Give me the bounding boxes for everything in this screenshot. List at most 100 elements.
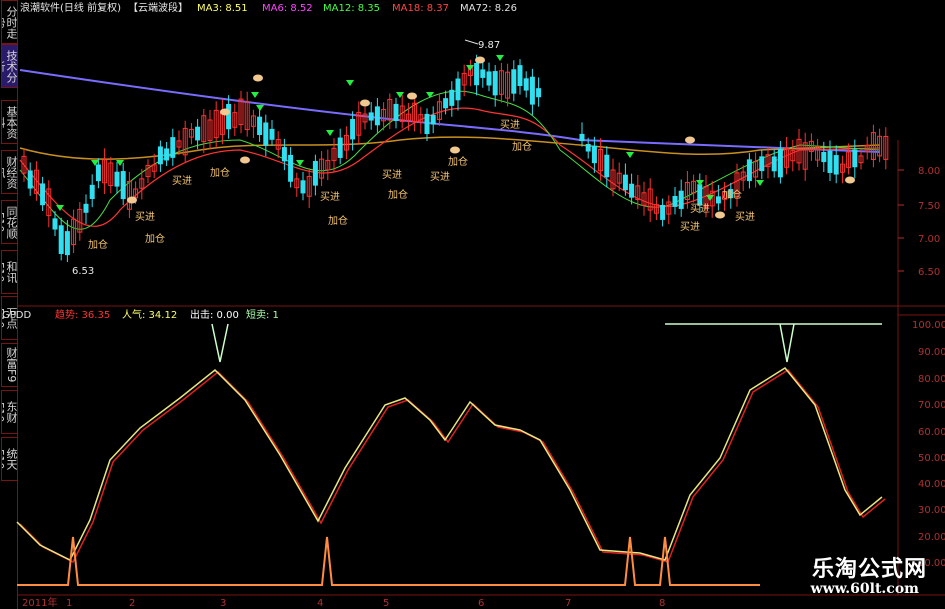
indicator-tick: 30.00 (918, 505, 945, 516)
candle-body (833, 155, 839, 175)
candle-body (64, 231, 70, 256)
candle-body (393, 103, 399, 122)
candle-body (95, 164, 101, 182)
candle-body (585, 144, 591, 152)
price-axis: 8.00 7.50 7.00 6.50 (898, 166, 940, 278)
candle-body (771, 156, 777, 172)
time-tick: 3 (220, 598, 226, 609)
signal-label: 买进 (172, 175, 192, 187)
time-tick: 2011年 (22, 596, 57, 609)
signal-label: 加仓 (722, 188, 742, 201)
add-position-marker (240, 156, 250, 164)
sell-marker (626, 152, 634, 158)
signal-label: 买进 (680, 221, 700, 233)
candle-body (58, 225, 64, 254)
ma18-line (19, 136, 881, 160)
candle-body (759, 156, 765, 172)
candle-body (697, 184, 703, 206)
candle-body (455, 78, 461, 101)
candle-body (281, 147, 287, 162)
signal-label: 加仓 (328, 214, 348, 227)
price-tick: 8.00 (918, 166, 940, 177)
candle-body (492, 71, 498, 96)
indicator-tick: 70.00 (918, 400, 945, 411)
candle-body (449, 89, 455, 106)
time-tick: 4 (317, 598, 323, 609)
time-tick: 6 (478, 598, 484, 609)
signal-label: 买进 (135, 211, 155, 223)
candle-body (350, 119, 356, 140)
indicator-tick: 40.00 (918, 479, 945, 490)
candle-body (678, 190, 684, 209)
indicator-tick: 20.00 (918, 532, 945, 543)
time-tick: 1 (66, 598, 72, 609)
kline-chart[interactable]: 8.00 7.50 7.00 6.50 100.00 90.00 80.00 7… (0, 0, 945, 609)
signal-label: 加仓 (512, 140, 532, 153)
sell-marker (496, 55, 504, 61)
candle-body (424, 113, 430, 135)
candle-body (715, 196, 721, 204)
add-position-marker (360, 99, 370, 107)
candle-body (443, 98, 449, 109)
add-position-marker (407, 92, 417, 100)
candle-body (852, 149, 858, 168)
candle-body (89, 184, 95, 199)
short-sell-spike (211, 323, 229, 363)
candle-body (83, 203, 89, 213)
candle-body (660, 204, 666, 220)
candle-body (536, 88, 542, 98)
signal-label: 买进 (382, 169, 402, 181)
add-position-marker (127, 196, 137, 204)
add-position-marker (715, 211, 725, 219)
candle-body (746, 159, 752, 182)
candle-body (52, 218, 58, 230)
sell-marker (426, 92, 434, 98)
candle-body (430, 114, 436, 125)
watermark: 乐淘公式网 www.60lt.com (779, 551, 935, 603)
signal-label: 加仓 (448, 155, 468, 168)
price-tick: 6.50 (918, 267, 940, 278)
sell-marker (326, 130, 334, 136)
signal-label: 买进 (735, 211, 755, 223)
candle-body (480, 69, 486, 78)
sell-marker (346, 80, 354, 86)
time-tick: 8 (659, 598, 665, 609)
signal-label: 买进 (430, 171, 450, 183)
sell-marker (396, 92, 404, 98)
watermark-url: www.60lt.com (810, 581, 919, 597)
signal-label: 加仓 (210, 166, 230, 179)
sell-marker (756, 180, 764, 186)
candle-body (157, 146, 163, 165)
sell-marker (251, 92, 259, 98)
candle-body (629, 183, 635, 198)
candle-body (777, 148, 783, 178)
watermark-title: 乐淘公式网 (811, 557, 927, 582)
sell-marker (696, 180, 704, 186)
short-sell-spike (779, 323, 795, 363)
signal-label: 加仓 (145, 232, 165, 245)
indicator-tick: 90.00 (918, 347, 945, 358)
time-tick: 7 (565, 598, 571, 609)
candle-body (821, 151, 827, 163)
candle-body (312, 160, 318, 186)
candle-body (368, 112, 374, 121)
candle-body (337, 137, 343, 158)
candle-body (114, 171, 120, 187)
candle-body (474, 63, 480, 86)
candle-body (40, 183, 46, 206)
candle-body (195, 126, 201, 141)
high-price-label: 9.87 (478, 40, 500, 51)
add-position-marker (220, 108, 230, 116)
signal-label: 买进 (690, 203, 710, 215)
candle-body (486, 71, 492, 86)
candle-body (622, 174, 628, 191)
candle-body (374, 106, 380, 126)
time-tick: 2 (129, 598, 135, 609)
candle-body (120, 171, 126, 200)
candle-body (269, 128, 275, 140)
candle-body (170, 137, 176, 158)
candle-body (517, 65, 523, 87)
signal-label: 买进 (320, 191, 340, 203)
candle-body (672, 196, 678, 207)
signal-label: 加仓 (88, 238, 108, 251)
